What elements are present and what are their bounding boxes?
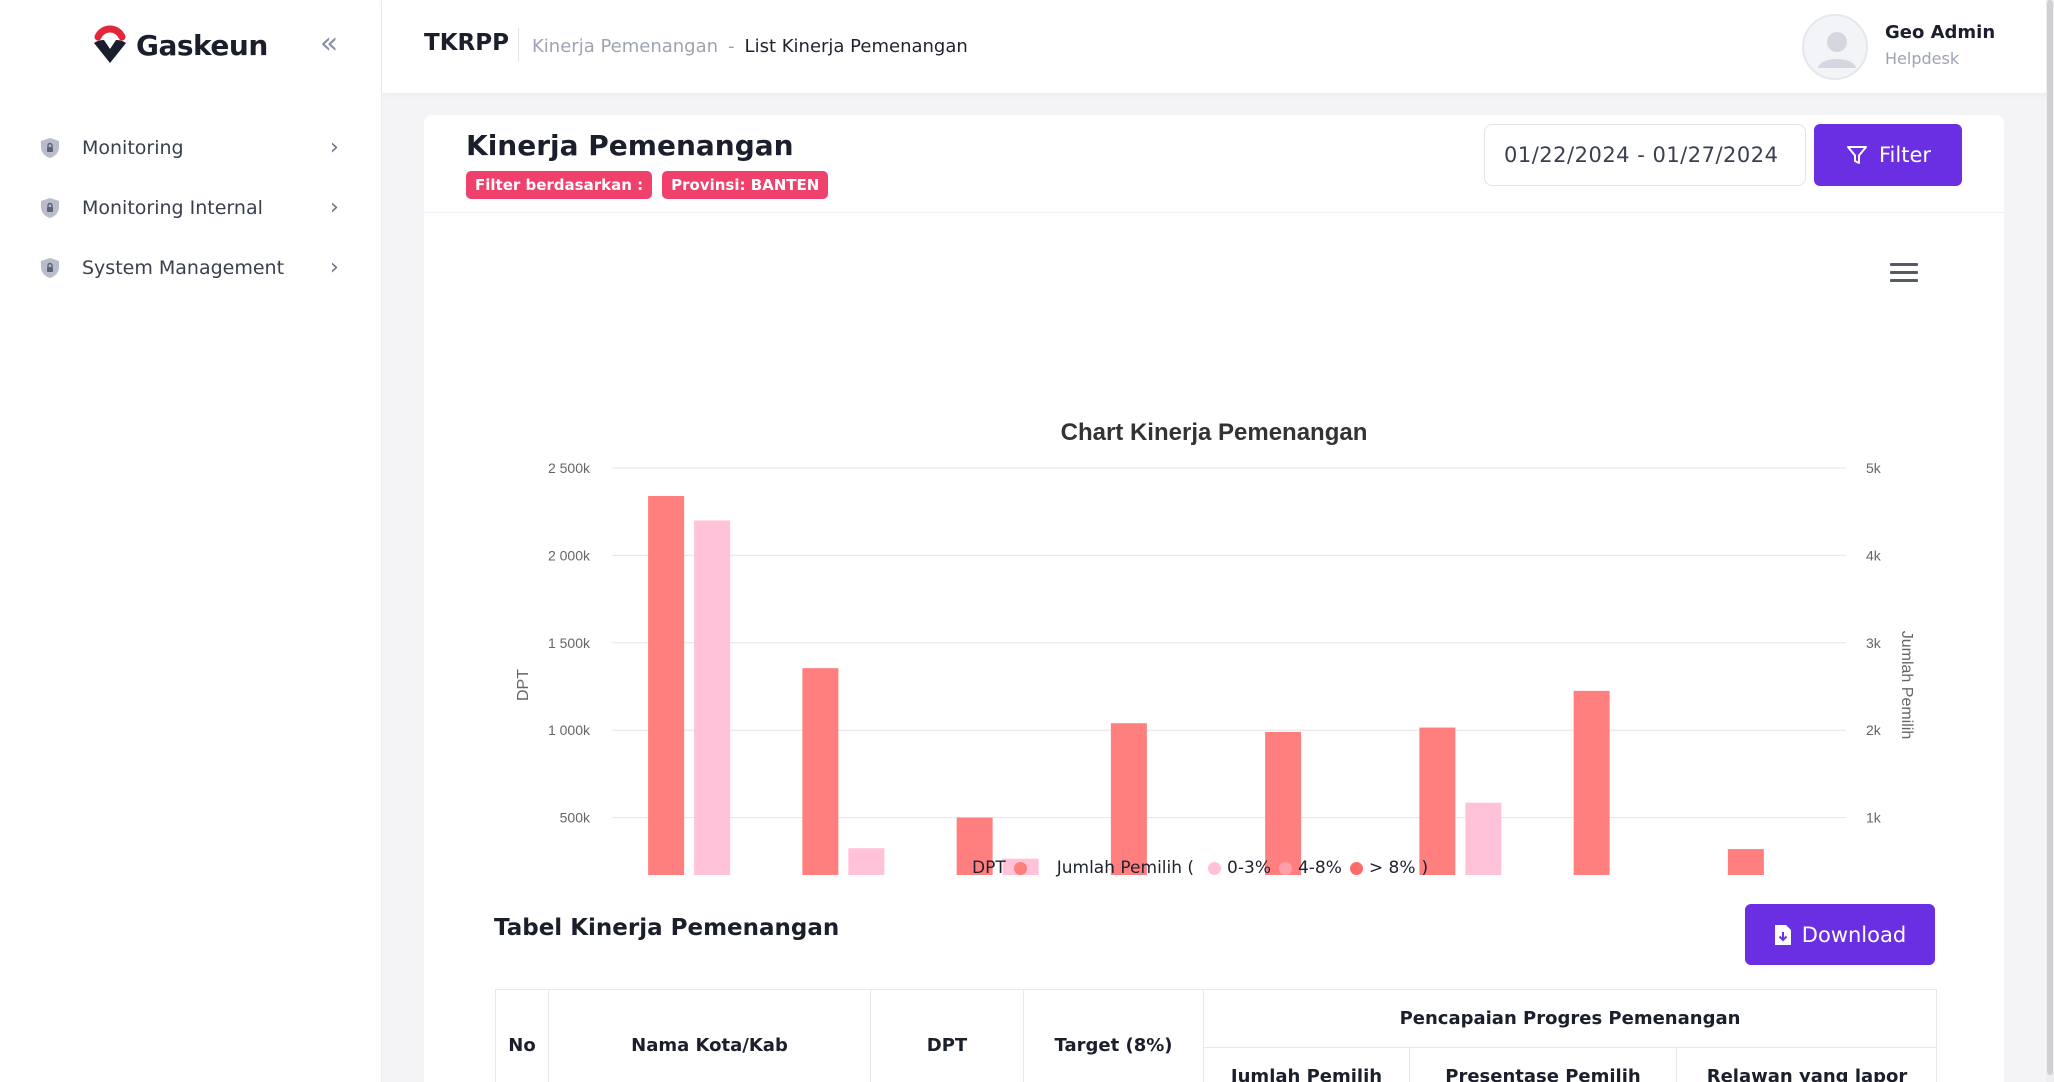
- download-button[interactable]: Download: [1745, 904, 1935, 965]
- table-title: Tabel Kinerja Pemenangan: [494, 915, 840, 941]
- top-header: TKRPP Kinerja Pemenangan - List Kinerja …: [382, 0, 2054, 93]
- legend-range-low: 0-3%: [1227, 858, 1271, 878]
- sidebar: Gaskeun « Monitoring › Monitoring Intern…: [0, 0, 382, 1082]
- shield-lock-icon: [41, 138, 59, 158]
- y2-tick-label: 2k: [1866, 722, 1882, 738]
- page-title: Kinerja Pemenangan: [466, 129, 794, 162]
- legend-range-mid: 4-8%: [1297, 858, 1342, 878]
- y-tick-label: 2 500k: [548, 460, 591, 476]
- legend-mid-dot: [1278, 861, 1292, 875]
- header-divider: [518, 28, 519, 62]
- y2-tick-label: 3k: [1866, 635, 1882, 651]
- th-no: No: [496, 990, 549, 1082]
- download-file-icon: [1774, 924, 1791, 945]
- dpt-bar: [1110, 723, 1147, 905]
- filter-label-badge: Filter berdasarkan :: [466, 171, 653, 199]
- filter-button[interactable]: Filter: [1814, 124, 1962, 186]
- kinerja-bar-chart: Chart Kinerja Pemenangan00500k1k1 000k2k…: [515, 419, 1918, 971]
- pemilih-bar: [848, 848, 885, 905]
- avatar[interactable]: [1802, 14, 1868, 80]
- breadcrumb: Kinerja Pemenangan - List Kinerja Pemena…: [532, 36, 968, 57]
- th-relawan-lapor: Relawan yang lapor: [1706, 1066, 1908, 1082]
- chart-container: Chart Kinerja Pemenangan00500k1k1 000k2k…: [424, 275, 2004, 971]
- pemilih-bar: [694, 520, 731, 905]
- page-scrollbar[interactable]: [2046, 0, 2054, 1082]
- legend-pemilih-label[interactable]: Jumlah Pemilih (: [1057, 858, 1194, 878]
- breadcrumb-separator: -: [728, 36, 735, 57]
- th-jumlah-pemilih: Jumlah Pemilih: [1204, 1048, 1410, 1082]
- filter-button-label: Filter: [1878, 143, 1931, 167]
- y-tick-label: 500k: [560, 810, 591, 826]
- brand[interactable]: Gaskeun: [90, 22, 268, 68]
- collapse-sidebar-icon[interactable]: «: [314, 29, 344, 60]
- scrollbar-thumb[interactable]: [2047, 0, 2053, 1075]
- th-dpt: DPT: [871, 990, 1024, 1082]
- th-presentase-pemilih: Presentase Pemilih: [1410, 1048, 1677, 1082]
- sidebar-item-monitoring[interactable]: Monitoring ›: [0, 118, 382, 178]
- dpt-bar: [1727, 849, 1764, 905]
- dpt-bar: [1265, 731, 1302, 905]
- legend-low-dot: [1208, 861, 1222, 875]
- y-tick-label: 1 000k: [548, 722, 591, 738]
- dpt-bar: [1573, 690, 1610, 905]
- y-axis-label: DPT: [515, 669, 532, 701]
- pemilih-bar: [1465, 802, 1502, 905]
- y-tick-label: 1 500k: [548, 635, 591, 651]
- filter-badges: Filter berdasarkan : Provinsi: BANTEN: [466, 171, 829, 199]
- sidebar-item-label: Monitoring: [82, 137, 184, 159]
- main-card: Kinerja Pemenangan Filter berdasarkan : …: [424, 115, 2004, 1082]
- user-role: Helpdesk: [1885, 49, 1960, 68]
- province-badge: Provinsi: BANTEN: [662, 171, 829, 199]
- chart-legend: DPT Jumlah Pemilih ( 0-3% 4-8% > 8% ): [972, 858, 1428, 878]
- user-name: Geo Admin: [1885, 22, 1996, 43]
- chevron-right-icon: ›: [330, 135, 339, 160]
- sidebar-item-label: System Management: [82, 257, 285, 279]
- legend-high-dot: [1349, 861, 1363, 875]
- th-pencapaian: Pencapaian Progres Pemenangan: [1204, 990, 1937, 1048]
- app-section-title: TKRPP: [424, 30, 509, 56]
- legend-dpt-label[interactable]: DPT: [972, 858, 1006, 878]
- brand-name: Gaskeun: [136, 28, 268, 62]
- sidebar-item-system-management[interactable]: System Management ›: [0, 238, 382, 298]
- legend-dpt-dot: [1013, 861, 1027, 875]
- th-target: Target (8%): [1024, 990, 1204, 1082]
- user-icon: [1818, 32, 1856, 68]
- dpt-bar: [1419, 727, 1456, 905]
- legend-close: ): [1421, 858, 1429, 878]
- dpt-bar: [802, 668, 839, 905]
- sidebar-item-label: Monitoring Internal: [82, 197, 263, 219]
- chevron-right-icon: ›: [330, 195, 339, 220]
- th-nama: Nama Kota/Kab: [549, 990, 871, 1082]
- y2-tick-label: 4k: [1866, 547, 1882, 563]
- dpt-bar: [648, 495, 685, 905]
- y2-axis-label: Jumlah Pemilih: [1898, 631, 1915, 739]
- download-button-label: Download: [1801, 922, 1907, 947]
- chart-menu-icon[interactable]: [1890, 263, 1918, 285]
- shield-lock-icon: [41, 198, 59, 218]
- shield-lock-icon: [41, 258, 59, 278]
- breadcrumb-current: List Kinerja Pemenangan: [744, 36, 968, 57]
- sidebar-item-monitoring-internal[interactable]: Monitoring Internal ›: [0, 178, 382, 238]
- filter-icon: [1846, 146, 1867, 164]
- y2-tick-label: 5k: [1866, 460, 1882, 476]
- legend-range-high: > 8%: [1368, 858, 1416, 878]
- kinerja-table: No Nama Kota/Kab DPT Target (8%) Pencapa…: [495, 989, 1937, 1082]
- breadcrumb-parent[interactable]: Kinerja Pemenangan: [532, 36, 718, 57]
- y-tick-label: 2 000k: [548, 547, 591, 563]
- chart-title: Chart Kinerja Pemenangan: [1061, 419, 1368, 446]
- card-header: Kinerja Pemenangan Filter berdasarkan : …: [424, 115, 2004, 213]
- chevron-right-icon: ›: [330, 255, 339, 280]
- gaskeun-logo-icon: [94, 25, 126, 63]
- y2-tick-label: 1k: [1866, 810, 1882, 826]
- date-range-input[interactable]: 01/22/2024 - 01/27/2024: [1484, 124, 1806, 186]
- sidebar-nav: Monitoring › Monitoring Internal › Syste…: [0, 118, 382, 298]
